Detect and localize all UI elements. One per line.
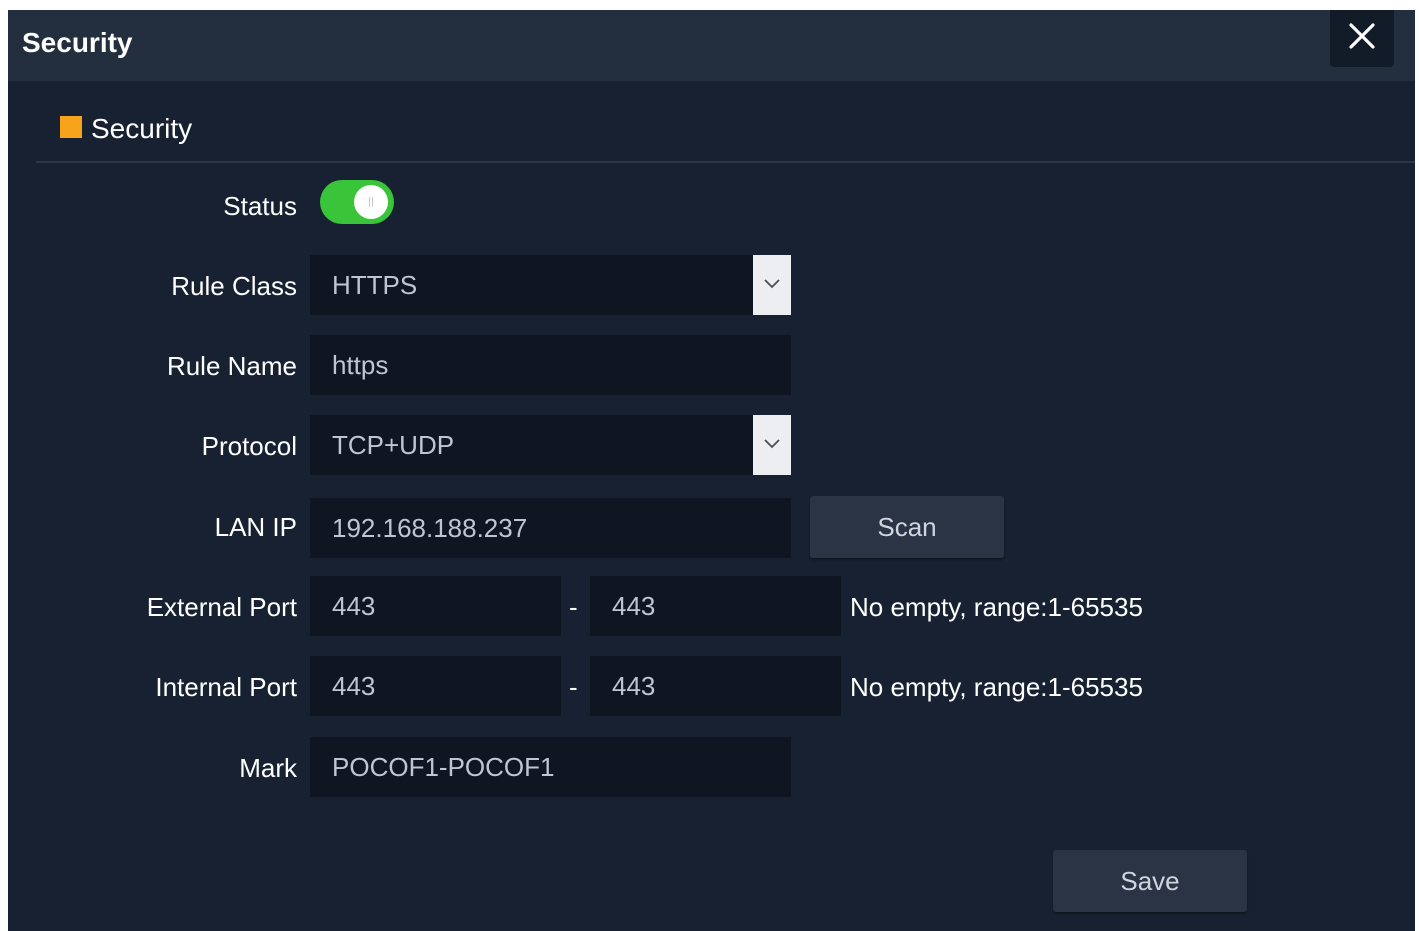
- status-label: Status: [223, 191, 297, 221]
- section-divider: [36, 161, 1415, 163]
- external-port-start-input[interactable]: 443: [310, 576, 561, 636]
- internal-port-separator: -: [569, 672, 578, 702]
- internal-port-hint: No empty, range:1-65535: [850, 672, 1143, 702]
- protocol-select[interactable]: TCP+UDP: [310, 415, 791, 475]
- internal-port-start-input[interactable]: 443: [310, 656, 561, 716]
- rule-class-dropdown-toggle[interactable]: [753, 255, 791, 315]
- rule-name-input[interactable]: https: [310, 335, 791, 395]
- close-button[interactable]: [1330, 10, 1394, 67]
- external-port-end-value: 443: [612, 591, 656, 621]
- rule-class-select[interactable]: HTTPS: [310, 255, 791, 315]
- internal-port-label: Internal Port: [155, 672, 297, 702]
- protocol-dropdown-toggle[interactable]: [753, 415, 791, 475]
- security-dialog: Security Security Status Rule Class HTTP…: [8, 10, 1415, 931]
- section-title: Security: [91, 113, 193, 144]
- external-port-end-input[interactable]: 443: [590, 576, 841, 636]
- section-marker: [60, 116, 82, 138]
- external-port-label: External Port: [146, 592, 297, 622]
- internal-port-end-input[interactable]: 443: [590, 656, 841, 716]
- lan-ip-value: 192.168.188.237: [332, 513, 528, 543]
- scan-button[interactable]: Scan: [810, 496, 1004, 558]
- status-toggle[interactable]: [320, 180, 394, 224]
- mark-value: POCOF1-POCOF1: [332, 752, 555, 782]
- dialog-title: Security: [22, 27, 133, 58]
- rule-class-label: Rule Class: [171, 271, 297, 301]
- protocol-value: TCP+UDP: [332, 430, 455, 460]
- lan-ip-input[interactable]: 192.168.188.237: [310, 498, 791, 558]
- external-port-hint: No empty, range:1-65535: [850, 592, 1143, 622]
- save-button[interactable]: Save: [1053, 850, 1247, 912]
- chevron-down-icon: [764, 279, 780, 289]
- chevron-down-icon: [764, 439, 780, 449]
- internal-port-start-value: 443: [332, 671, 376, 701]
- external-port-separator: -: [569, 592, 578, 622]
- rule-name-value: https: [332, 350, 389, 380]
- protocol-label: Protocol: [201, 431, 297, 461]
- dialog-titlebar: Security: [8, 10, 1415, 81]
- rule-class-value: HTTPS: [332, 270, 418, 300]
- close-icon: [1349, 23, 1375, 49]
- external-port-start-value: 443: [332, 591, 376, 621]
- mark-label: Mark: [239, 753, 297, 783]
- rule-name-label: Rule Name: [166, 351, 297, 381]
- mark-input[interactable]: POCOF1-POCOF1: [310, 737, 791, 797]
- internal-port-end-value: 443: [612, 671, 656, 701]
- toggle-knob: [354, 185, 388, 219]
- lan-ip-label: LAN IP: [214, 512, 297, 542]
